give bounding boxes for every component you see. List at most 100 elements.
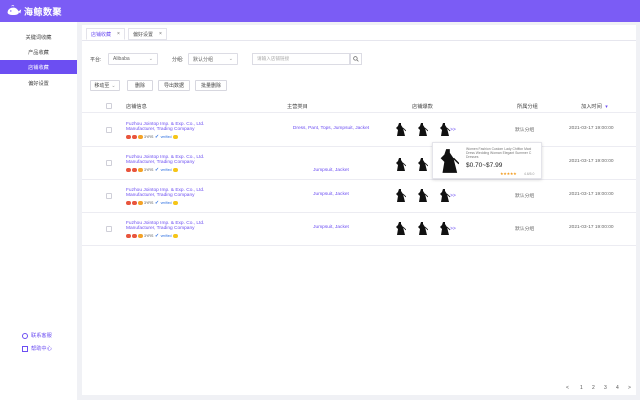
tab-preferences[interactable]: 偏好设置 × [128, 28, 167, 40]
dress-image[interactable] [416, 122, 428, 137]
tab-label: 店铺收藏 [91, 31, 112, 38]
dress-image[interactable] [438, 188, 450, 203]
next-page-button[interactable]: > [628, 385, 631, 391]
store-name-link[interactable]: Fuzhou Jointop Imp. & Exp. Co., Ltd. Man… [126, 221, 226, 231]
export-data-button[interactable]: 导出数据 [158, 80, 190, 91]
row-checkbox[interactable] [106, 127, 112, 133]
sort-caret-icon: ▾ [605, 104, 608, 110]
row-checkbox[interactable] [106, 160, 112, 166]
row-added-time: 2021-03-17 19:00:00 [569, 192, 614, 197]
page-2-button[interactable]: 2 [592, 385, 595, 391]
header-added-time-label: 加入时间 [581, 104, 602, 110]
group-select[interactable]: 默认分组 ⌄ [188, 53, 238, 65]
table-row[interactable]: Fuzhou Jointop Imp. & Exp. Co., Ltd. Man… [82, 213, 636, 246]
batch-delete-button[interactable]: 批量删除 [195, 80, 227, 91]
move-to-label: 移动至 [94, 83, 110, 89]
table-row[interactable]: Fuzhou Jointop Imp. & Exp. Co., Ltd. Man… [82, 180, 636, 213]
table-row[interactable]: Fuzhou Jointop Imp. & Exp. Co., Ltd. Man… [82, 114, 636, 147]
export-data-label: 导出数据 [163, 83, 184, 89]
more-products-link[interactable]: >> [450, 193, 456, 199]
store-name-link[interactable]: Fuzhou Jointop Imp. & Exp. Co., Ltd. Man… [126, 122, 226, 132]
platform-label: 平台: [90, 56, 102, 63]
store-badges: 3YRS ✓ verified [126, 233, 178, 239]
dress-image[interactable] [438, 221, 450, 236]
contact-support-link[interactable]: 联系客服 [22, 332, 52, 339]
more-products-link[interactable]: >> [450, 226, 456, 232]
store-badges: 3YRS ✓ verified [126, 134, 178, 140]
star-badge-icon [173, 134, 178, 140]
tab-store-favorites[interactable]: 店铺收藏 × [86, 28, 125, 40]
dress-image[interactable] [416, 157, 428, 172]
row-checkbox[interactable] [106, 193, 112, 199]
dress-image[interactable] [394, 122, 406, 137]
sidebar-item-keywords[interactable]: 关键词收藏 [0, 30, 77, 44]
brand-name: 海鲸数聚 [24, 6, 63, 17]
header-added-time[interactable]: 加入时间 ▾ [581, 103, 608, 110]
header-store-info: 店铺信息 [126, 104, 147, 110]
select-all-checkbox[interactable] [106, 103, 112, 109]
main-categories: Jumpsuit, Jacket [313, 225, 349, 230]
group-label: 分组: [172, 56, 184, 63]
platform-select[interactable]: Alibaba ⌄ [108, 53, 158, 65]
chevron-down-icon: ⌄ [228, 56, 233, 62]
page-4-button[interactable]: 4 [616, 385, 619, 391]
verified-label: verified [160, 135, 172, 139]
product-rating: 4.6/5.0 [524, 171, 535, 176]
verified-check-icon: ✓ [154, 200, 160, 206]
close-icon[interactable]: × [117, 31, 120, 37]
star-rating-icon: ★★★★★ [500, 171, 517, 176]
verified-check-icon: ✓ [154, 167, 160, 173]
verified-label: verified [160, 234, 172, 238]
product-price: $0.70~$7.99 [466, 162, 503, 169]
store-name-link[interactable]: Fuzhou Jointop Imp. & Exp. Co., Ltd. Man… [126, 188, 226, 198]
star-badge-icon [173, 233, 178, 239]
store-badges: 3YRS ✓ verified [126, 200, 178, 206]
product-preview-popup[interactable]: Women Fashion Custom Lady Chiffon Maxi D… [432, 142, 542, 179]
main-categories: Dress, Pant, Tops, Jumpsuit, Jacket [292, 126, 370, 131]
main-categories: Jumpsuit, Jacket [313, 192, 349, 197]
row-added-time: 2021-03-17 19:00:00 [569, 225, 614, 230]
help-center-link[interactable]: 帮助中心 [22, 345, 52, 352]
app-logo[interactable]: 海鲸数聚 [6, 3, 62, 19]
medal-icon [138, 233, 143, 239]
chevron-down-icon: ⌄ [111, 82, 116, 89]
dress-image[interactable] [416, 221, 428, 236]
close-icon[interactable]: × [159, 31, 162, 37]
delete-button[interactable]: 删除 [127, 80, 153, 91]
store-badges: 3YRS ✓ verified [126, 167, 178, 173]
trade-assurance-icon [132, 134, 137, 140]
move-to-button[interactable]: 移动至 ⌄ [90, 80, 120, 91]
sidebar-item-preferences[interactable]: 偏好设置 [0, 76, 77, 90]
page-3-button[interactable]: 3 [604, 385, 607, 391]
row-added-time: 2021-03-17 19:00:00 [569, 159, 614, 164]
more-products-link[interactable]: >> [450, 127, 456, 133]
dress-image[interactable] [394, 221, 406, 236]
table-row[interactable]: Fuzhou Jointop Imp. & Exp. Co., Ltd. Man… [82, 147, 636, 180]
search-icon [353, 56, 359, 62]
sidebar-item-label: 偏好设置 [28, 80, 49, 87]
dress-image[interactable] [416, 188, 428, 203]
prev-page-button[interactable]: < [566, 385, 569, 391]
sidebar-item-stores[interactable]: 店铺收藏 [0, 60, 77, 74]
help-icon [22, 345, 28, 352]
search-button[interactable] [350, 53, 362, 65]
platform-value: Alibaba [113, 56, 130, 62]
search-placeholder: 请输入店铺链接 [257, 56, 290, 61]
dress-image[interactable] [394, 188, 406, 203]
contact-support-label: 联系客服 [31, 333, 52, 339]
dress-image[interactable] [438, 122, 450, 137]
dress-image[interactable] [394, 157, 406, 172]
years-badge: 3YRS [144, 201, 154, 205]
store-url-search-input[interactable]: 请输入店铺链接 [252, 53, 350, 65]
star-badge-icon [173, 167, 178, 173]
header-group: 所属分组 [517, 104, 538, 110]
header-hot-products: 店铺爆款 [412, 104, 433, 110]
page-1-button[interactable]: 1 [580, 385, 583, 391]
hot-product-images [394, 221, 450, 236]
table-header: 店铺信息 主营类目 店铺爆款 所属分组 加入时间 ▾ [82, 99, 636, 113]
verified-check-icon: ✓ [154, 233, 160, 239]
store-name-link[interactable]: Fuzhou Jointop Imp. & Exp. Co., Ltd. Man… [126, 155, 226, 165]
hot-product-images [394, 122, 450, 137]
row-checkbox[interactable] [106, 226, 112, 232]
sidebar-item-products[interactable]: 产品收藏 [0, 45, 77, 59]
